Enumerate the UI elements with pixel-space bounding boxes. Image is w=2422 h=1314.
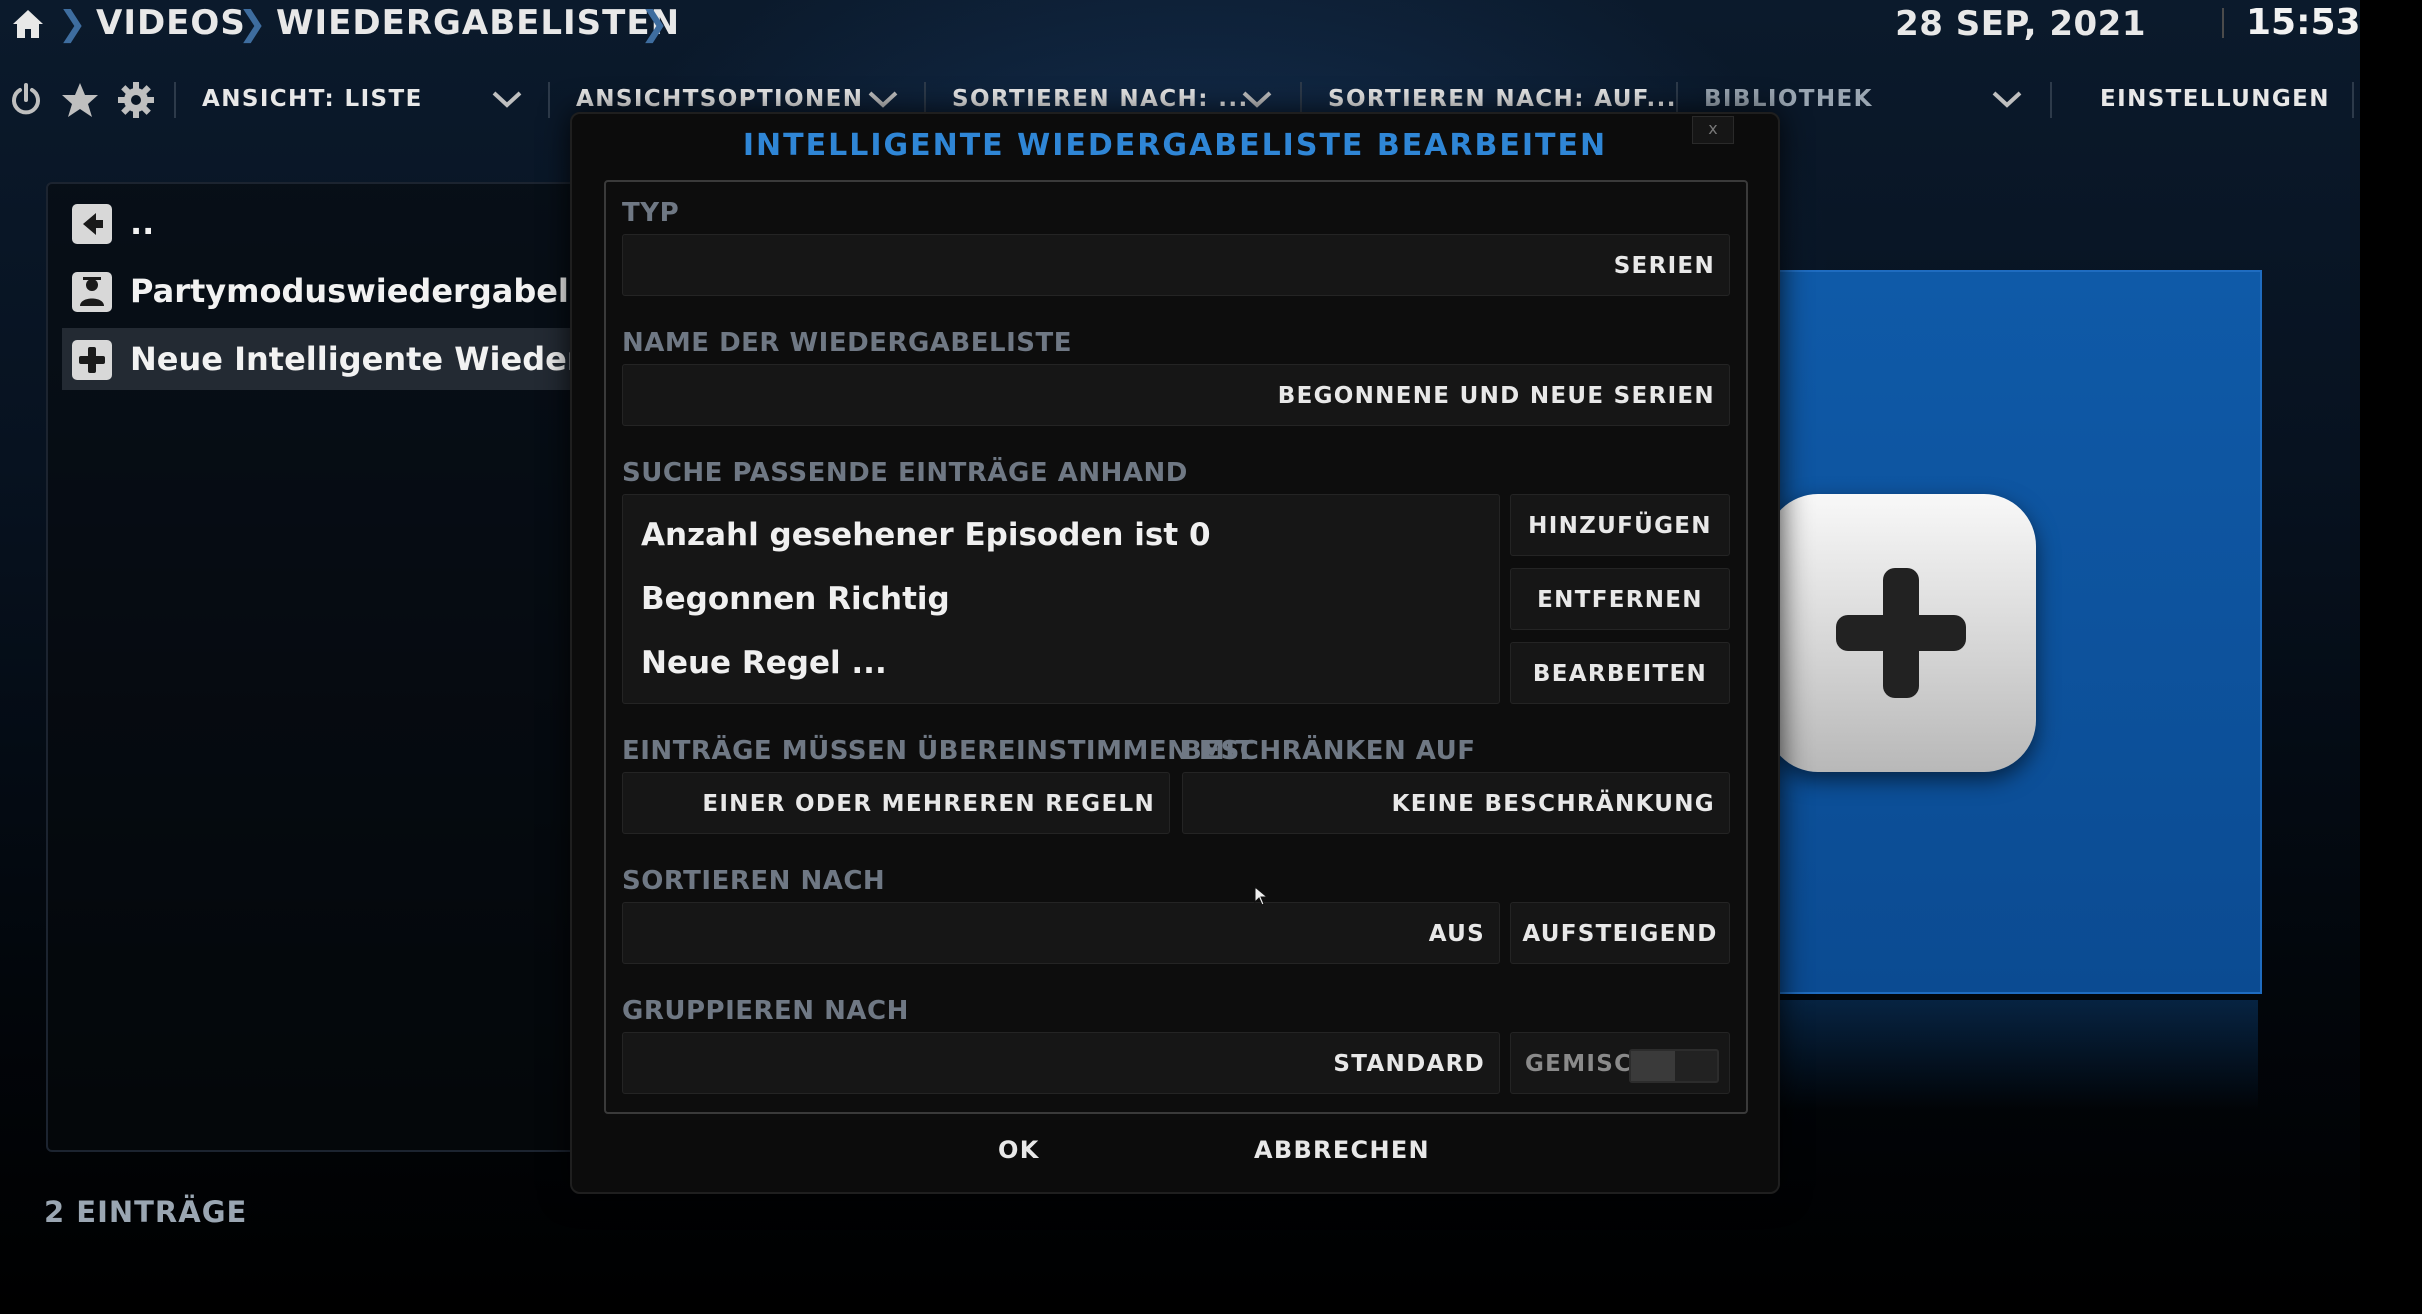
sort-order-button[interactable]: SORTIEREN NACH: AUF...	[1328, 86, 1677, 112]
divider	[2352, 82, 2354, 118]
sort-direction-label: AUFSTEIGEND	[1522, 921, 1718, 947]
close-button[interactable]: x	[1692, 116, 1734, 144]
dialog-content: TYP SERIEN NAME DER WIEDERGABELISTE BEGO…	[604, 180, 1748, 1114]
limit-label: BESCHRÄNKEN AUF	[1182, 736, 1476, 766]
chevron-down-icon[interactable]	[1240, 88, 1274, 110]
rule-item[interactable]: Begonnen Richtig	[641, 581, 950, 617]
match-field[interactable]: EINER ODER MEHREREN REGELN	[622, 772, 1170, 834]
view-options-button[interactable]: ANSICHTSOPTIONEN	[576, 86, 863, 112]
time-label: 15:53	[2246, 2, 2361, 43]
sort-value: AUS	[1428, 921, 1485, 947]
divider	[548, 82, 550, 118]
type-field[interactable]: SERIEN	[622, 234, 1730, 296]
top-bar: ❯ VIDEOS ❯ WIEDERGABELISTEN ❯ 28 SEP, 20…	[0, 0, 2361, 50]
playlist-name-label: NAME DER WIEDERGABELISTE	[622, 328, 1072, 358]
party-icon	[72, 272, 112, 312]
playlist-list: .. Partymoduswiedergabeliste Neue Intell…	[46, 182, 797, 1152]
power-icon[interactable]	[6, 80, 46, 120]
view-mode-button[interactable]: ANSICHT: LISTE	[202, 86, 423, 112]
rule-item[interactable]: Neue Regel ...	[641, 645, 887, 681]
plus-icon	[1766, 494, 2036, 772]
rule-item[interactable]: Anzahl gesehener Episoden ist 0	[641, 517, 1211, 553]
background-edge	[2360, 0, 2422, 1314]
match-label: EINTRÄGE MÜSSEN ÜBEREINSTIMMEN MIT	[622, 736, 1254, 766]
cancel-button[interactable]: ABBRECHEN	[1254, 1136, 1430, 1164]
list-item-label: Partymoduswiedergabeliste	[130, 272, 636, 310]
mouse-cursor-icon	[1254, 886, 1269, 906]
group-value: STANDARD	[1333, 1051, 1485, 1077]
plus-icon	[72, 340, 112, 380]
list-item-label: ..	[130, 204, 155, 242]
add-rule-label: HINZUFÜGEN	[1528, 513, 1712, 539]
breadcrumb-playlists[interactable]: WIEDERGABELISTEN	[276, 3, 680, 43]
item-count: 2 EINTRÄGE	[44, 1195, 248, 1229]
smart-playlist-editor-dialog: INTELLIGENTE WIEDERGABELISTE BEARBEITEN …	[570, 112, 1780, 1194]
limit-value: KEINE BESCHRÄNKUNG	[1391, 791, 1715, 817]
mixed-toggle[interactable]	[1629, 1049, 1719, 1083]
toggle-knob	[1631, 1051, 1675, 1081]
chevron-right-icon: ❯	[58, 4, 87, 44]
home-icon[interactable]	[10, 6, 46, 42]
chevron-down-icon[interactable]	[490, 88, 524, 110]
playlist-name-field[interactable]: BEGONNENE UND NEUE SERIEN	[622, 364, 1730, 426]
chevron-right-icon: ❯	[238, 4, 267, 44]
settings-button[interactable]: EINSTELLUNGEN	[2100, 86, 2330, 112]
breadcrumb-videos[interactable]: VIDEOS	[96, 3, 246, 43]
divider	[2050, 82, 2052, 118]
type-value: SERIEN	[1613, 253, 1715, 279]
limit-field[interactable]: KEINE BESCHRÄNKUNG	[1182, 772, 1730, 834]
library-button[interactable]: BIBLIOTHEK	[1704, 86, 1873, 112]
edit-rule-label: BEARBEITEN	[1532, 661, 1708, 687]
group-field[interactable]: STANDARD	[622, 1032, 1500, 1094]
add-rule-button[interactable]: HINZUFÜGEN	[1510, 494, 1730, 556]
chevron-right-icon: ❯	[640, 4, 669, 44]
chevron-down-icon[interactable]	[1990, 88, 2024, 110]
remove-rule-button[interactable]: ENTFERNEN	[1510, 568, 1730, 630]
remove-rule-label: ENTFERNEN	[1537, 587, 1703, 613]
ok-button[interactable]: OK	[998, 1136, 1040, 1164]
sort-label: SORTIEREN NACH	[622, 866, 886, 896]
playlist-name-value: BEGONNENE UND NEUE SERIEN	[1277, 383, 1715, 409]
divider	[2222, 8, 2224, 38]
sort-by-button[interactable]: SORTIEREN NACH: ...	[952, 86, 1249, 112]
rules-label: SUCHE PASSENDE EINTRÄGE ANHAND	[622, 458, 1188, 488]
mixed-toggle-button[interactable]: GEMISCHT	[1510, 1032, 1730, 1094]
gear-icon[interactable]	[116, 80, 156, 120]
chevron-down-icon[interactable]	[866, 88, 900, 110]
date-label: 28 SEP, 2021	[1895, 4, 2146, 44]
match-value: EINER ODER MEHREREN REGELN	[702, 791, 1155, 817]
edit-rule-button[interactable]: BEARBEITEN	[1510, 642, 1730, 704]
rules-list: Anzahl gesehener Episoden ist 0 Begonnen…	[622, 494, 1500, 704]
star-icon[interactable]	[60, 80, 100, 120]
plus-glyph	[1836, 568, 1966, 698]
sort-direction-button[interactable]: AUFSTEIGEND	[1510, 902, 1730, 964]
sort-field[interactable]: AUS	[622, 902, 1500, 964]
back-icon	[72, 204, 112, 244]
group-label: GRUPPIEREN NACH	[622, 996, 909, 1026]
type-label: TYP	[622, 198, 680, 228]
divider	[174, 82, 176, 118]
dialog-title: INTELLIGENTE WIEDERGABELISTE BEARBEITEN	[742, 128, 1608, 163]
